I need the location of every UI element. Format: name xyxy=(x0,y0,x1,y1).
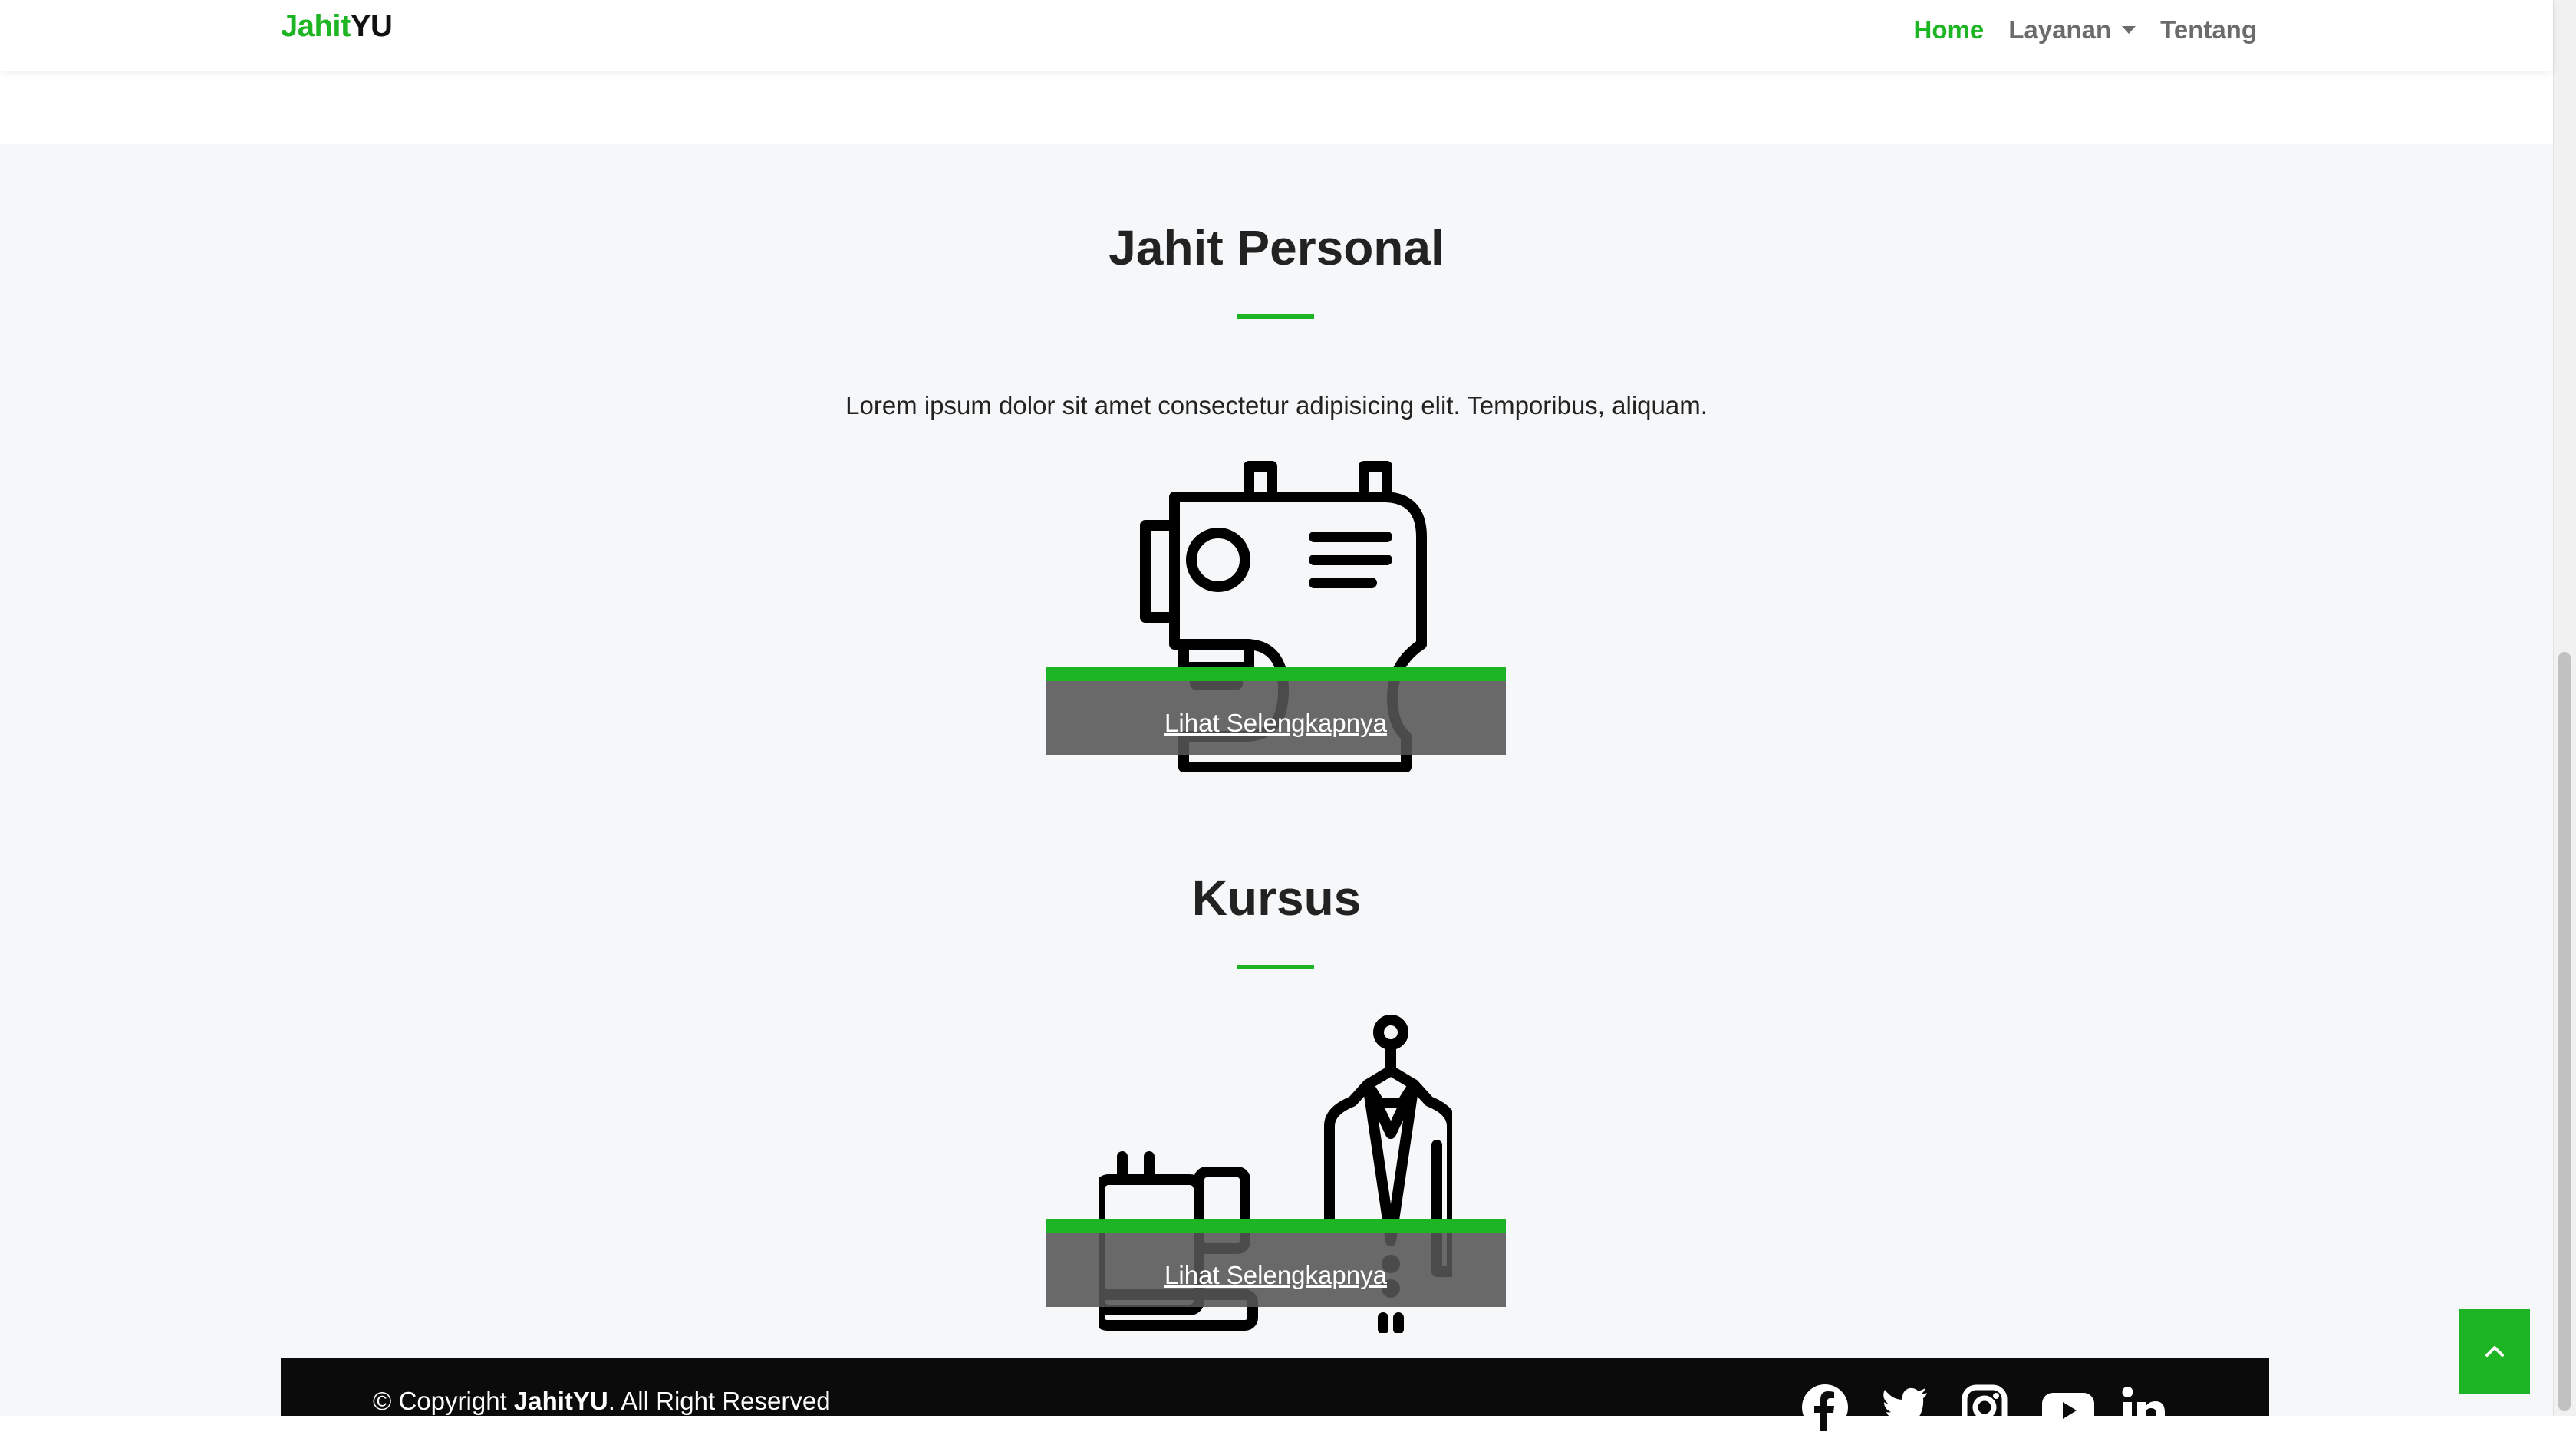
instagram-icon[interactable] xyxy=(1961,1384,2008,1431)
youtube-icon[interactable] xyxy=(2041,1384,2094,1431)
back-to-top-button[interactable] xyxy=(2459,1309,2530,1394)
nav-links: Home Layanan Tentang xyxy=(1914,15,2257,44)
title-underline xyxy=(1237,314,1314,319)
personal-service-card: Lihat Selengkapnya xyxy=(1046,460,1506,928)
section-title-personal: Jahit Personal xyxy=(1108,220,1444,275)
nav-tentang[interactable]: Tentang xyxy=(2160,15,2257,44)
title-underline xyxy=(1237,965,1314,969)
scrollbar-thumb[interactable] xyxy=(2558,652,2571,1411)
chevron-up-icon xyxy=(2485,1346,2504,1357)
brand-logo[interactable]: JahitYU xyxy=(281,9,393,44)
brand-name-part1: Jahit xyxy=(281,9,351,43)
personal-see-more-link[interactable]: Lihat Selengkapnya xyxy=(1164,709,1387,738)
section-title-course: Kursus xyxy=(1191,871,1362,926)
nav-home[interactable]: Home xyxy=(1914,15,1985,44)
section-description: Lorem ipsum dolor sit amet consectetur a… xyxy=(845,391,1708,420)
copyright-prefix: © Copyright xyxy=(373,1387,514,1415)
top-navbar: JahitYU Home Layanan Tentang xyxy=(0,0,2553,71)
course-service-card: Lihat Selengkapnya xyxy=(1046,1011,1506,1379)
nav-layanan-dropdown[interactable]: Layanan xyxy=(2008,15,2136,44)
twitter-icon[interactable] xyxy=(1881,1384,1929,1431)
services-section: Jahit Personal Lorem ipsum dolor sit ame… xyxy=(0,144,2553,1416)
card-overlay: Lihat Selengkapnya xyxy=(1046,1233,1506,1307)
facebook-icon[interactable] xyxy=(1801,1384,1849,1431)
card-overlay: Lihat Selengkapnya xyxy=(1046,681,1506,755)
copyright-text: © Copyright JahitYU. All Right Reserved xyxy=(373,1387,831,1416)
copyright-brand: JahitYU xyxy=(513,1387,608,1415)
caret-down-icon xyxy=(2122,26,2136,34)
nav-layanan-label: Layanan xyxy=(2008,15,2112,44)
copyright-suffix: . All Right Reserved xyxy=(608,1387,831,1415)
card-accent-bar xyxy=(1046,1219,1506,1233)
linkedin-icon[interactable] xyxy=(2120,1384,2168,1431)
brand-name-part2: YU xyxy=(350,9,393,43)
course-see-more-link[interactable]: Lihat Selengkapnya xyxy=(1164,1261,1387,1290)
footer: © Copyright JahitYU. All Right Reserved xyxy=(281,1358,2269,1431)
social-links xyxy=(1801,1384,2168,1431)
card-accent-bar xyxy=(1046,667,1506,681)
